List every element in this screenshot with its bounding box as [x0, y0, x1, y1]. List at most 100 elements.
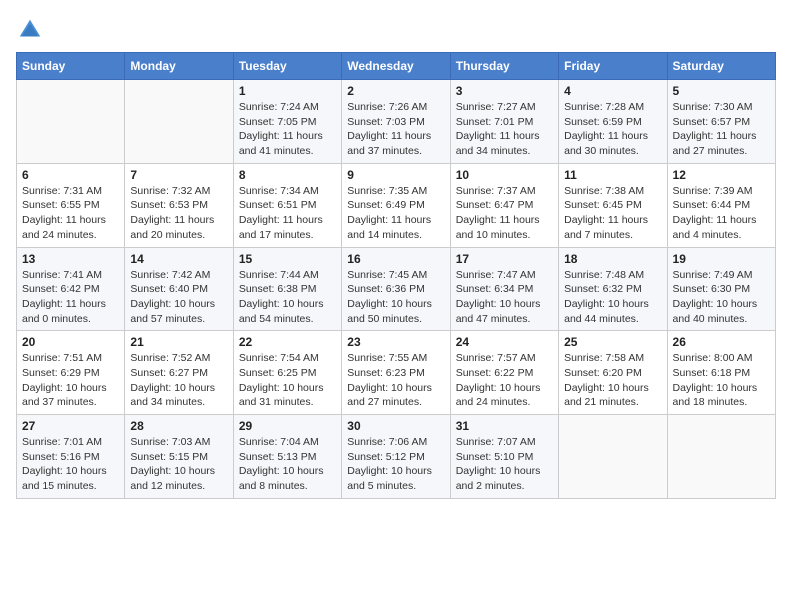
day-info: Sunrise: 7:58 AM Sunset: 6:20 PM Dayligh… [564, 351, 661, 410]
weekday-header-wednesday: Wednesday [342, 53, 450, 80]
day-info: Sunrise: 7:32 AM Sunset: 6:53 PM Dayligh… [130, 184, 227, 243]
weekday-header-thursday: Thursday [450, 53, 558, 80]
day-number: 1 [239, 84, 336, 98]
weekday-header-tuesday: Tuesday [233, 53, 341, 80]
day-info: Sunrise: 7:34 AM Sunset: 6:51 PM Dayligh… [239, 184, 336, 243]
day-number: 22 [239, 335, 336, 349]
day-info: Sunrise: 7:38 AM Sunset: 6:45 PM Dayligh… [564, 184, 661, 243]
day-number: 4 [564, 84, 661, 98]
calendar-cell: 27 Sunrise: 7:01 AM Sunset: 5:16 PM Dayli… [17, 415, 125, 499]
calendar-cell: 19Sunrise: 7:49 AM Sunset: 6:30 PM Dayli… [667, 247, 775, 331]
day-info: Sunrise: 7:48 AM Sunset: 6:32 PM Dayligh… [564, 268, 661, 327]
calendar-week-row: 1 Sunrise: 7:24 AM Sunset: 7:05 PM Daylig… [17, 80, 776, 164]
calendar-table: SundayMondayTuesdayWednesdayThursdayFrid… [16, 52, 776, 499]
calendar-cell: 12 Sunrise: 7:39 AM Sunset: 6:44 PM Dayli… [667, 163, 775, 247]
calendar-cell: 2 Sunrise: 7:26 AM Sunset: 7:03 PM Daylig… [342, 80, 450, 164]
day-number: 20 [22, 335, 119, 349]
day-info: Sunrise: 7:26 AM Sunset: 7:03 PM Dayligh… [347, 100, 444, 159]
day-number: 30 [347, 419, 444, 433]
weekday-header-row: SundayMondayTuesdayWednesdayThursdayFrid… [17, 53, 776, 80]
day-info: Sunrise: 7:31 AM Sunset: 6:55 PM Dayligh… [22, 184, 119, 243]
day-number: 15 [239, 252, 336, 266]
calendar-cell: 20 Sunrise: 7:51 AM Sunset: 6:29 PM Dayli… [17, 331, 125, 415]
day-info: Sunrise: 7:39 AM Sunset: 6:44 PM Dayligh… [673, 184, 770, 243]
day-number: 11 [564, 168, 661, 182]
day-number: 23 [347, 335, 444, 349]
day-info: Sunrise: 7:54 AM Sunset: 6:25 PM Dayligh… [239, 351, 336, 410]
calendar-week-row: 27 Sunrise: 7:01 AM Sunset: 5:16 PM Dayli… [17, 415, 776, 499]
day-number: 16 [347, 252, 444, 266]
calendar-cell: 18 Sunrise: 7:48 AM Sunset: 6:32 PM Dayli… [559, 247, 667, 331]
calendar-cell: 10 Sunrise: 7:37 AM Sunset: 6:47 PM Dayli… [450, 163, 558, 247]
logo-icon [16, 16, 44, 44]
day-info: Sunrise: 7:47 AM Sunset: 6:34 PM Dayligh… [456, 268, 553, 327]
calendar-cell: 21 Sunrise: 7:52 AM Sunset: 6:27 PM Dayli… [125, 331, 233, 415]
day-info: Sunrise: 7:37 AM Sunset: 6:47 PM Dayligh… [456, 184, 553, 243]
day-info: Sunrise: 7:49 AM Sunset: 6:30 PM Dayligh… [673, 268, 770, 327]
day-number: 17 [456, 252, 553, 266]
day-number: 21 [130, 335, 227, 349]
calendar-cell: 6 Sunrise: 7:31 AM Sunset: 6:55 PM Daylig… [17, 163, 125, 247]
day-info: Sunrise: 7:27 AM Sunset: 7:01 PM Dayligh… [456, 100, 553, 159]
day-info: Sunrise: 7:24 AM Sunset: 7:05 PM Dayligh… [239, 100, 336, 159]
day-info: Sunrise: 7:35 AM Sunset: 6:49 PM Dayligh… [347, 184, 444, 243]
calendar-cell: 30 Sunrise: 7:06 AM Sunset: 5:12 PM Dayli… [342, 415, 450, 499]
day-number: 8 [239, 168, 336, 182]
day-number: 24 [456, 335, 553, 349]
calendar-cell: 8 Sunrise: 7:34 AM Sunset: 6:51 PM Daylig… [233, 163, 341, 247]
day-info: Sunrise: 7:42 AM Sunset: 6:40 PM Dayligh… [130, 268, 227, 327]
calendar-cell: 31Sunrise: 7:07 AM Sunset: 5:10 PM Dayli… [450, 415, 558, 499]
day-info: Sunrise: 7:45 AM Sunset: 6:36 PM Dayligh… [347, 268, 444, 327]
calendar-body: 1 Sunrise: 7:24 AM Sunset: 7:05 PM Daylig… [17, 80, 776, 499]
calendar-header: SundayMondayTuesdayWednesdayThursdayFrid… [17, 53, 776, 80]
day-info: Sunrise: 7:06 AM Sunset: 5:12 PM Dayligh… [347, 435, 444, 494]
calendar-cell: 29Sunrise: 7:04 AM Sunset: 5:13 PM Dayli… [233, 415, 341, 499]
weekday-header-friday: Friday [559, 53, 667, 80]
day-info: Sunrise: 7:52 AM Sunset: 6:27 PM Dayligh… [130, 351, 227, 410]
day-number: 5 [673, 84, 770, 98]
calendar-cell: 25 Sunrise: 7:58 AM Sunset: 6:20 PM Dayli… [559, 331, 667, 415]
day-info: Sunrise: 7:01 AM Sunset: 5:16 PM Dayligh… [22, 435, 119, 494]
weekday-header-sunday: Sunday [17, 53, 125, 80]
day-info: Sunrise: 7:51 AM Sunset: 6:29 PM Dayligh… [22, 351, 119, 410]
day-number: 28 [130, 419, 227, 433]
calendar-cell: 11 Sunrise: 7:38 AM Sunset: 6:45 PM Dayli… [559, 163, 667, 247]
calendar-cell: 16 Sunrise: 7:45 AM Sunset: 6:36 PM Dayli… [342, 247, 450, 331]
calendar-cell: 24 Sunrise: 7:57 AM Sunset: 6:22 PM Dayli… [450, 331, 558, 415]
day-number: 3 [456, 84, 553, 98]
calendar-cell [125, 80, 233, 164]
day-info: Sunrise: 7:28 AM Sunset: 6:59 PM Dayligh… [564, 100, 661, 159]
calendar-cell: 26 Sunrise: 8:00 AM Sunset: 6:18 PM Dayli… [667, 331, 775, 415]
calendar-cell: 4 Sunrise: 7:28 AM Sunset: 6:59 PM Daylig… [559, 80, 667, 164]
weekday-header-monday: Monday [125, 53, 233, 80]
calendar-week-row: 13 Sunrise: 7:41 AM Sunset: 6:42 PM Dayli… [17, 247, 776, 331]
calendar-cell: 28 Sunrise: 7:03 AM Sunset: 5:15 PM Dayli… [125, 415, 233, 499]
calendar-cell: 7Sunrise: 7:32 AM Sunset: 6:53 PM Daylig… [125, 163, 233, 247]
day-number: 25 [564, 335, 661, 349]
day-number: 18 [564, 252, 661, 266]
calendar-cell: 3 Sunrise: 7:27 AM Sunset: 7:01 PM Daylig… [450, 80, 558, 164]
weekday-header-saturday: Saturday [667, 53, 775, 80]
calendar-cell: 15 Sunrise: 7:44 AM Sunset: 6:38 PM Dayli… [233, 247, 341, 331]
day-number: 2 [347, 84, 444, 98]
day-number: 13 [22, 252, 119, 266]
day-info: Sunrise: 7:57 AM Sunset: 6:22 PM Dayligh… [456, 351, 553, 410]
calendar-cell: 9Sunrise: 7:35 AM Sunset: 6:49 PM Daylig… [342, 163, 450, 247]
calendar-cell [17, 80, 125, 164]
calendar-cell: 13 Sunrise: 7:41 AM Sunset: 6:42 PM Dayli… [17, 247, 125, 331]
day-number: 12 [673, 168, 770, 182]
day-info: Sunrise: 7:03 AM Sunset: 5:15 PM Dayligh… [130, 435, 227, 494]
calendar-cell: 17 Sunrise: 7:47 AM Sunset: 6:34 PM Dayli… [450, 247, 558, 331]
calendar-cell: 23Sunrise: 7:55 AM Sunset: 6:23 PM Dayli… [342, 331, 450, 415]
calendar-cell: 22 Sunrise: 7:54 AM Sunset: 6:25 PM Dayli… [233, 331, 341, 415]
day-info: Sunrise: 7:04 AM Sunset: 5:13 PM Dayligh… [239, 435, 336, 494]
day-info: Sunrise: 7:07 AM Sunset: 5:10 PM Dayligh… [456, 435, 553, 494]
day-number: 6 [22, 168, 119, 182]
day-info: Sunrise: 7:41 AM Sunset: 6:42 PM Dayligh… [22, 268, 119, 327]
day-info: Sunrise: 7:30 AM Sunset: 6:57 PM Dayligh… [673, 100, 770, 159]
day-number: 10 [456, 168, 553, 182]
day-number: 26 [673, 335, 770, 349]
day-number: 27 [22, 419, 119, 433]
day-info: Sunrise: 8:00 AM Sunset: 6:18 PM Dayligh… [673, 351, 770, 410]
day-info: Sunrise: 7:44 AM Sunset: 6:38 PM Dayligh… [239, 268, 336, 327]
